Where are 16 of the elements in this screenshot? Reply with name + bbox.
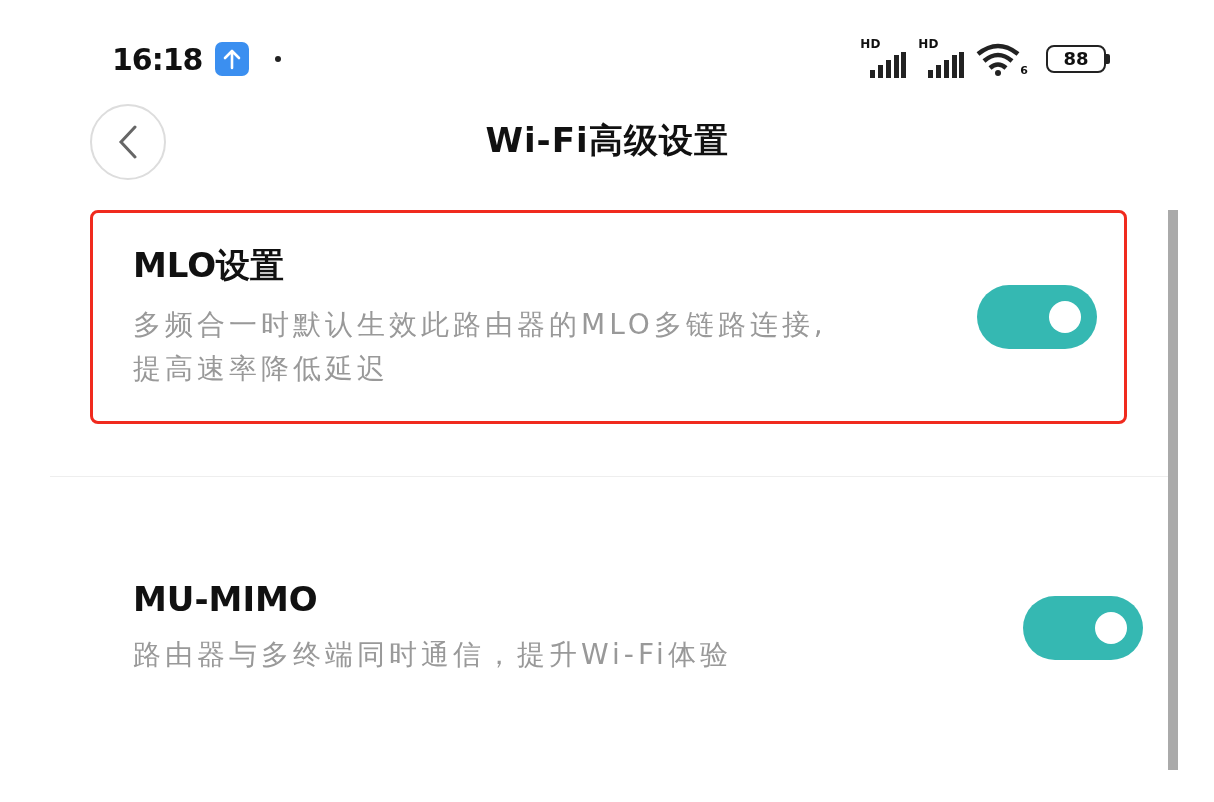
chevron-left-icon <box>118 125 138 159</box>
setting-title: MU-MIMO <box>133 579 319 619</box>
network-label: HD <box>918 38 939 50</box>
notification-dot-icon <box>274 56 281 62</box>
wifi-icon <box>976 42 1021 76</box>
setting-title: MLO设置 <box>133 244 286 287</box>
setting-description: 多频合一时默认生效此路由器的MLO多链路连接,提高速率降低延迟 <box>133 307 828 387</box>
battery-tip-icon <box>1106 54 1110 64</box>
setting-description: 路由器与多终端同时通信，提升Wi-Fi体验 <box>133 637 733 673</box>
clock-time: 16:18 <box>112 41 203 77</box>
battery-level: 88 <box>1046 45 1106 73</box>
signal-bars-icon <box>870 52 907 78</box>
network-label: HD <box>860 38 881 50</box>
page-title: Wi-Fi高级设置 <box>485 119 729 162</box>
wifi-label: 6 <box>1020 65 1028 76</box>
signal-bars-icon <box>928 52 965 78</box>
